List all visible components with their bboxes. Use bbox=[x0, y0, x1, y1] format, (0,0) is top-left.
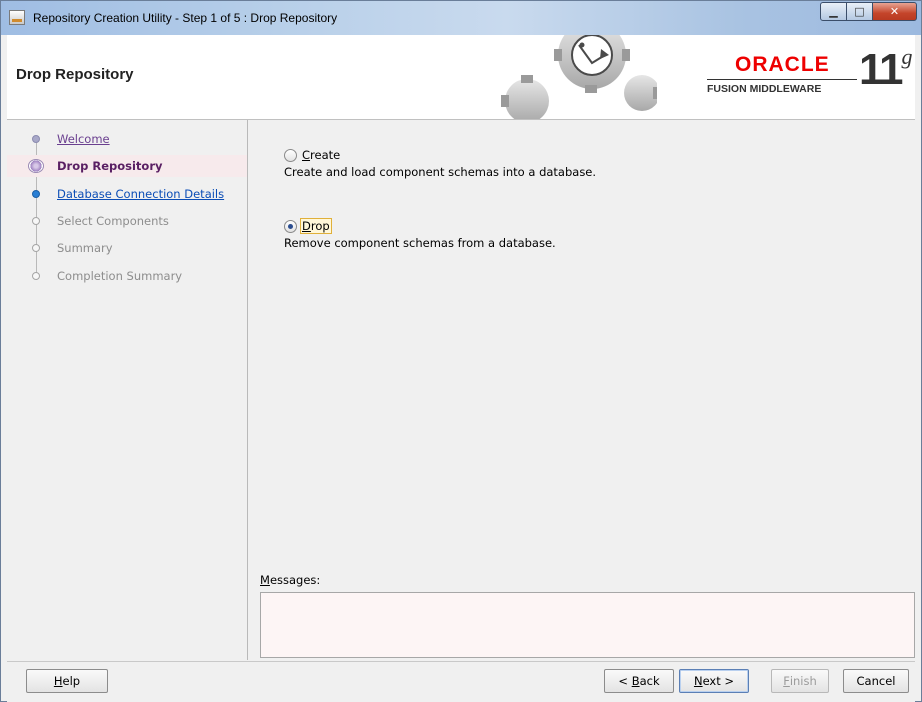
step-database-connection-details[interactable]: Database Connection Details bbox=[7, 183, 247, 205]
step-navigation: Welcome Drop Repository Database Connect… bbox=[7, 120, 248, 660]
maximize-icon: □ bbox=[854, 5, 865, 18]
oracle-logo: ORACLE FUSION MIDDLEWARE bbox=[707, 53, 857, 97]
messages-area[interactable] bbox=[260, 592, 915, 658]
back-button[interactable]: < Back bbox=[604, 669, 674, 693]
minimize-icon: ▁ bbox=[829, 5, 838, 18]
back-prefix: < bbox=[618, 674, 632, 688]
title-bar[interactable]: Repository Creation Utility - Step 1 of … bbox=[1, 1, 921, 35]
next-label-rest: ext > bbox=[702, 674, 735, 688]
window-title: Repository Creation Utility - Step 1 of … bbox=[33, 11, 338, 25]
drop-radio[interactable] bbox=[284, 220, 297, 233]
version-suffix: g bbox=[901, 44, 913, 70]
rcu-window: Repository Creation Utility - Step 1 of … bbox=[0, 0, 922, 702]
create-mnemonic: C bbox=[302, 148, 311, 162]
version-number: 11 bbox=[859, 45, 903, 94]
cancel-button[interactable]: Cancel bbox=[843, 669, 909, 693]
step-select-components: Select Components bbox=[7, 210, 247, 232]
main-content: Create Create and load component schemas… bbox=[248, 120, 915, 660]
step-visited-icon bbox=[32, 135, 40, 143]
back-label-rest: ack bbox=[639, 674, 660, 688]
app-icon bbox=[9, 10, 25, 25]
step-pending-icon bbox=[32, 272, 40, 280]
back-mnemonic: B bbox=[631, 674, 640, 688]
step-label: Welcome bbox=[57, 132, 110, 146]
step-summary: Summary bbox=[7, 237, 247, 259]
step-label: Select Components bbox=[57, 214, 169, 228]
messages-mnemonic: M bbox=[260, 573, 270, 587]
page-title: Drop Repository bbox=[16, 66, 134, 83]
help-mnemonic: H bbox=[53, 674, 63, 688]
step-welcome[interactable]: Welcome bbox=[7, 128, 247, 150]
gears-graphic-icon bbox=[501, 35, 657, 119]
step-current-icon bbox=[28, 159, 44, 173]
close-button[interactable]: ✕ bbox=[872, 2, 917, 21]
create-radio[interactable] bbox=[284, 149, 297, 162]
help-label-rest: elp bbox=[62, 674, 81, 688]
create-label-rest: reate bbox=[310, 148, 341, 162]
create-description: Create and load component schemas into a… bbox=[284, 165, 597, 179]
step-drop-repository[interactable]: Drop Repository bbox=[7, 155, 247, 177]
help-button[interactable]: Help bbox=[26, 669, 108, 693]
minimize-button[interactable]: ▁ bbox=[820, 2, 847, 21]
finish-mnemonic: F bbox=[783, 674, 790, 688]
messages-label: Messages: bbox=[260, 573, 320, 587]
next-button[interactable]: Next > bbox=[679, 669, 749, 693]
drop-mnemonic: D bbox=[302, 219, 311, 233]
drop-label-rest: rop bbox=[310, 219, 330, 233]
step-pending-icon bbox=[32, 217, 40, 225]
header-banner: Drop Repository ORACLE FUSION MIDDLEWARE… bbox=[7, 35, 915, 120]
step-completion-summary: Completion Summary bbox=[7, 265, 247, 287]
step-label: Summary bbox=[57, 241, 113, 255]
messages-label-rest: essages: bbox=[269, 573, 321, 587]
step-label: Database Connection Details bbox=[57, 187, 225, 201]
finish-button: Finish bbox=[771, 669, 829, 693]
logo-rule bbox=[707, 79, 857, 80]
drop-description: Remove component schemas from a database… bbox=[284, 236, 556, 250]
step-pending-icon bbox=[32, 244, 40, 252]
button-bar: Help < Back Next > Finish Cancel bbox=[7, 661, 915, 702]
step-next-icon bbox=[32, 190, 40, 198]
close-icon: ✕ bbox=[889, 5, 900, 18]
maximize-button[interactable]: □ bbox=[846, 2, 873, 21]
version-badge: 11g bbox=[859, 44, 913, 95]
create-label[interactable]: Create bbox=[302, 148, 340, 162]
finish-label-rest: inish bbox=[789, 674, 817, 688]
drop-label[interactable]: Drop bbox=[300, 218, 332, 234]
oracle-wordmark: ORACLE bbox=[735, 53, 830, 76]
step-label: Drop Repository bbox=[57, 159, 163, 173]
step-label: Completion Summary bbox=[57, 269, 183, 283]
fusion-middleware-text: FUSION MIDDLEWARE bbox=[707, 83, 822, 95]
next-mnemonic: N bbox=[693, 674, 703, 688]
